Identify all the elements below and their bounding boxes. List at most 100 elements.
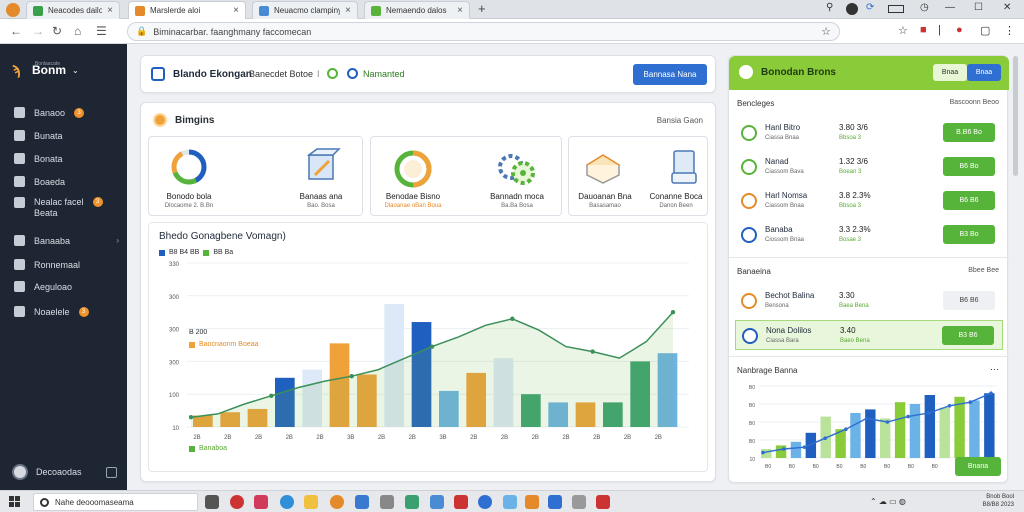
browser-tab-4[interactable]: Nemaendo dalos × (364, 1, 470, 19)
item-sub: Ciassa Bnaa (765, 135, 800, 141)
list-item[interactable]: Hanl Bitro Ciassa Bnaa 3.80 3/6 Bbsoa 3 … (735, 118, 1003, 148)
page-scrollbar[interactable] (1013, 56, 1018, 176)
system-clock[interactable]: Bnob Bool B8/B8 2023 (983, 493, 1014, 509)
document-icon (671, 150, 697, 184)
secondary-button[interactable]: Bnaa (933, 64, 967, 81)
sidebar-item-9[interactable]: Noaelele 3 (14, 306, 119, 317)
list-item[interactable]: Bechot Balina Bensona 3.30 Baea Bena B6 … (735, 286, 1003, 316)
bookmarks-icon[interactable]: ☰ (96, 24, 107, 38)
expand-icon[interactable] (106, 466, 117, 478)
minimize-button[interactable]: — (945, 2, 955, 13)
back-icon[interactable]: ← (10, 24, 22, 38)
gears-icon (498, 154, 535, 185)
tab-close-icon[interactable]: × (233, 5, 239, 16)
summary-card[interactable]: Bonodo bola Dlocaome 2. B.Bn Banaas ana … (148, 136, 363, 216)
app-icon[interactable] (430, 495, 444, 509)
section-link[interactable]: Bbee Bee (968, 267, 999, 274)
tab-close-icon[interactable]: × (107, 5, 113, 16)
browser-tab-3[interactable]: Neuacmo clampinymatis × (252, 1, 358, 19)
mini-chart-button[interactable]: Bnana (955, 457, 1001, 476)
summary-card[interactable]: Dauoanan Bna Basasamao Conanne Boca Dano… (568, 136, 708, 216)
sidebar-item-3[interactable]: Bonata (14, 153, 119, 164)
folder-app-icon[interactable] (304, 495, 318, 509)
app-icon[interactable] (525, 495, 539, 509)
url-input[interactable]: 🔒 Biminacarbar. faanghmany faccomecan ☆ (127, 22, 840, 41)
app-icon[interactable] (254, 495, 268, 509)
item-action-button[interactable]: B6 Bo (943, 157, 995, 176)
item-action-button[interactable]: B3 Bo (943, 225, 995, 244)
page-subtitle: Banecdet Botoe (249, 69, 314, 79)
app-icon[interactable] (478, 495, 492, 509)
sidebar-item-8[interactable]: Aeguloao (14, 281, 119, 292)
windows-start-icon[interactable] (9, 496, 21, 508)
account-icon[interactable]: ● (956, 24, 963, 36)
sidebar-item-4[interactable]: Boaeda (14, 176, 119, 187)
more-icon[interactable]: ⋯ (990, 364, 999, 375)
item-action-button[interactable]: B6 B6 (943, 191, 995, 210)
primary-action-button[interactable]: Bannasa Nana (633, 64, 707, 85)
list-item[interactable]: Nanad Ciassom Bava 1.32 3/6 Boean 3 B6 B… (735, 152, 1003, 182)
app-icon[interactable] (503, 495, 517, 509)
section-link[interactable]: Bascoonn Beoo (950, 99, 999, 106)
more-menu-icon[interactable]: ⋮ (1004, 24, 1015, 37)
sidebar-item-7[interactable]: Ronnemaal (14, 259, 119, 270)
user-profile[interactable]: Decoaodas (12, 464, 117, 480)
sidebar-item-5[interactable]: Nealac facel Beata 3 (14, 197, 119, 219)
section-heading: Banaeina (737, 267, 771, 276)
app-icon[interactable] (548, 495, 562, 509)
sidebar-item-6[interactable]: Banaaba › (14, 235, 119, 246)
folder-icon (14, 281, 25, 292)
extension-icon[interactable]: | (938, 24, 941, 36)
task-view-icon[interactable] (205, 495, 219, 509)
app-icon[interactable] (596, 495, 610, 509)
sidebar-item-2[interactable]: Bunata (14, 130, 119, 141)
close-window-button[interactable]: ✕ (1003, 2, 1011, 13)
app-icon[interactable] (572, 495, 586, 509)
chrome-app-icon[interactable] (330, 495, 344, 509)
tray-icons[interactable]: ⌃ ☁ ▭ ◍ (870, 497, 906, 506)
browser-tab-2[interactable]: Marslerde aloi × (128, 1, 246, 19)
taskbar-search-input[interactable]: Nahe deooomaseama (33, 493, 198, 511)
extension-icon[interactable]: ■ (920, 24, 927, 36)
home-icon[interactable]: ⌂ (74, 24, 81, 38)
media-app-icon[interactable] (230, 495, 244, 509)
ext-pin-icon[interactable]: ⚲ (826, 2, 833, 13)
summary-card[interactable]: Benodae Bisno Dlaoanae oBan Boua Bannadn… (370, 136, 562, 216)
maximize-button[interactable]: ☐ (974, 2, 983, 13)
item-action-button[interactable]: B.B6 Bo (943, 123, 995, 142)
bookmark-star-icon[interactable]: ☆ (821, 25, 831, 38)
profile-avatar[interactable] (846, 3, 858, 15)
notification-badge: 3 (78, 306, 89, 317)
item-action-button[interactable]: B3 B6 (942, 326, 994, 345)
header-link[interactable]: Namanted (363, 69, 405, 79)
browser-tab-1[interactable]: Neacodes dailos × (26, 1, 120, 19)
y-tick-label: 10 (749, 457, 755, 463)
collections-icon[interactable]: ▢ (980, 24, 990, 37)
section-more-link[interactable]: Bansia Gaon (657, 116, 703, 125)
list-item-selected[interactable]: Nona Dolilos Ciassa Bara 3.40 Baeo Bena … (735, 320, 1003, 350)
reload-icon[interactable]: ↻ (52, 24, 62, 38)
list-item[interactable]: Banaba Ciossom Bnaa 3.3 2.3% Bosae 3 B3 … (735, 220, 1003, 250)
list-item[interactable]: Harl Nomsa Ciassom Bnaa 3.8 2.3% Bbsoa 3… (735, 186, 1003, 216)
favorites-icon[interactable]: ☆ (898, 24, 908, 37)
tab-close-icon[interactable]: × (457, 5, 463, 16)
forward-icon[interactable]: → (32, 24, 44, 38)
store-app-icon[interactable] (355, 495, 369, 509)
browser-app-icon[interactable] (280, 495, 294, 509)
browser-menu-icon[interactable] (6, 3, 20, 17)
primary-button[interactable]: Bnaa (967, 64, 1001, 81)
chart-point (968, 400, 973, 404)
tab-close-icon[interactable]: × (345, 5, 351, 16)
item-action-button[interactable]: B6 B6 (943, 291, 995, 310)
app-icon[interactable] (405, 495, 419, 509)
y-tick-label: B0 (749, 421, 755, 427)
chart-point (844, 427, 848, 431)
sync-icon[interactable]: ⟳ (866, 2, 874, 13)
chart-point (927, 411, 931, 415)
section-heading: Nanbrage Banna (737, 366, 798, 375)
brand-subtitle: Bonlaacate (35, 61, 61, 67)
app-icon[interactable] (380, 495, 394, 509)
app-icon[interactable] (454, 495, 468, 509)
sidebar-item-1[interactable]: Banaoo 3 (14, 107, 119, 118)
new-tab-button[interactable]: + (478, 1, 486, 16)
